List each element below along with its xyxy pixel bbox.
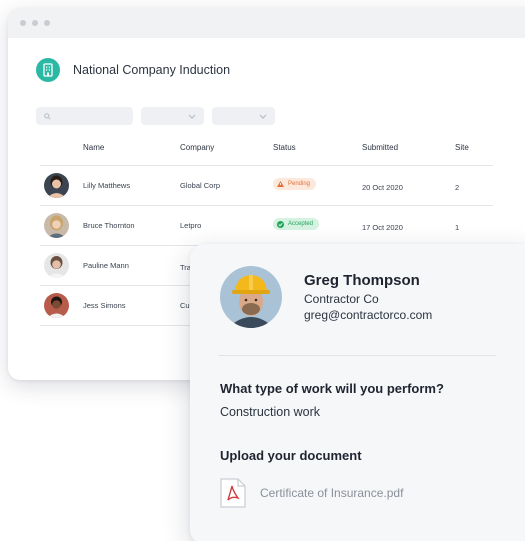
worker-name: Jess Simons xyxy=(83,301,126,310)
submitted-date: 20 Oct 2020 xyxy=(362,183,403,192)
column-header-site[interactable]: Site xyxy=(455,143,469,152)
search-input[interactable] xyxy=(36,107,133,125)
question-answer: Construction work xyxy=(220,405,321,419)
status-text: Pending xyxy=(288,181,311,187)
profile-company: Contractor Co xyxy=(304,292,379,306)
status-filter-dropdown[interactable] xyxy=(212,107,275,125)
window-control-dot[interactable] xyxy=(20,20,26,26)
site-count: 1 xyxy=(455,223,460,232)
avatar xyxy=(44,213,69,238)
check-circle-icon xyxy=(277,220,284,228)
avatar xyxy=(220,266,282,328)
search-icon xyxy=(44,112,51,120)
file-name[interactable]: Certificate of Insurance.pdf xyxy=(260,486,403,500)
worker-name: Lilly Matthews xyxy=(83,181,131,190)
table-row[interactable]: Lilly Matthews Global Corp Pending 20 Oc… xyxy=(40,166,493,206)
building-icon xyxy=(36,58,60,82)
table-row[interactable]: Bruce Thornton Letpro Accepted 17 Oct 20… xyxy=(40,206,493,246)
worker-name: Pauline Mann xyxy=(83,261,129,270)
column-header-submitted[interactable]: Submitted xyxy=(362,143,398,152)
company-filter-dropdown[interactable] xyxy=(141,107,204,125)
window-control-dot[interactable] xyxy=(32,20,38,26)
table-header: Name Company Status Submitted Site xyxy=(40,138,493,166)
question-title: What type of work will you perform? xyxy=(220,381,444,396)
profile-name: Greg Thompson xyxy=(304,272,420,289)
avatar xyxy=(44,253,69,278)
column-header-status[interactable]: Status xyxy=(273,143,296,152)
profile-email[interactable]: greg@contractorco.com xyxy=(304,308,432,322)
column-header-name[interactable]: Name xyxy=(83,143,104,152)
divider xyxy=(218,355,496,356)
worker-name: Bruce Thornton xyxy=(83,221,135,230)
site-count: 2 xyxy=(455,183,460,192)
window-control-dot[interactable] xyxy=(44,20,50,26)
status-text: Accepted xyxy=(288,221,314,227)
app-header: National Company Induction xyxy=(36,58,230,82)
column-header-company[interactable]: Company xyxy=(180,143,214,152)
status-badge: Pending xyxy=(273,178,317,190)
filter-bar xyxy=(36,107,275,125)
worker-profile-card: Greg Thompson Contractor Co greg@contrac… xyxy=(190,244,525,541)
window-titlebar xyxy=(8,8,525,38)
worker-company: Global Corp xyxy=(180,181,221,190)
chevron-down-icon xyxy=(188,114,196,119)
avatar xyxy=(44,173,69,198)
avatar xyxy=(44,293,69,318)
submitted-date: 17 Oct 2020 xyxy=(362,223,403,232)
pdf-file-icon[interactable] xyxy=(220,478,246,513)
worker-company: Letpro xyxy=(180,221,202,230)
upload-title: Upload your document xyxy=(220,448,362,463)
page-title: National Company Induction xyxy=(73,63,231,77)
chevron-down-icon xyxy=(259,114,267,119)
warning-icon xyxy=(277,181,284,187)
status-badge: Accepted xyxy=(273,218,320,230)
